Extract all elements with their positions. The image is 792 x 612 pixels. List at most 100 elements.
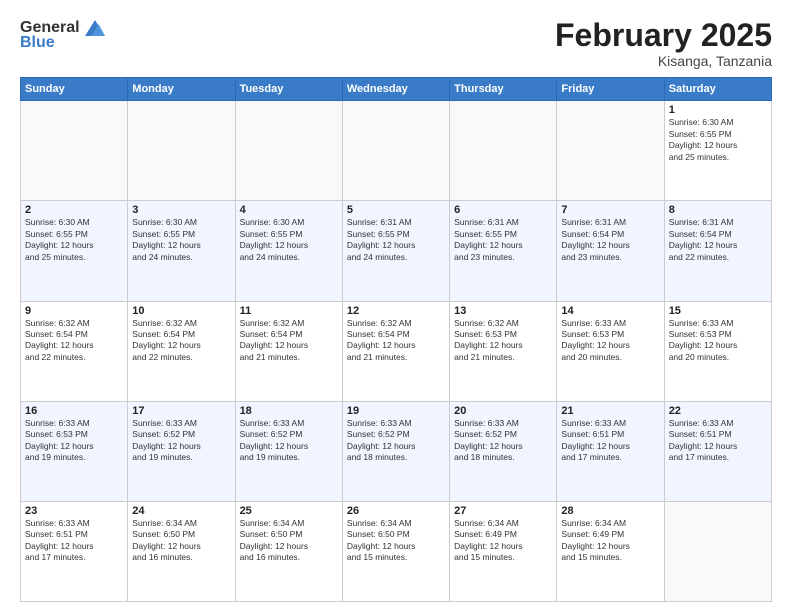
calendar-cell: 23Sunrise: 6:33 AM Sunset: 6:51 PM Dayli…	[21, 501, 128, 601]
day-info: Sunrise: 6:33 AM Sunset: 6:52 PM Dayligh…	[347, 418, 445, 464]
day-info: Sunrise: 6:31 AM Sunset: 6:55 PM Dayligh…	[454, 217, 552, 263]
day-info: Sunrise: 6:34 AM Sunset: 6:49 PM Dayligh…	[454, 518, 552, 564]
calendar-cell: 25Sunrise: 6:34 AM Sunset: 6:50 PM Dayli…	[235, 501, 342, 601]
calendar-cell: 13Sunrise: 6:32 AM Sunset: 6:53 PM Dayli…	[450, 301, 557, 401]
calendar-cell: 10Sunrise: 6:32 AM Sunset: 6:54 PM Dayli…	[128, 301, 235, 401]
calendar-week-row: 2Sunrise: 6:30 AM Sunset: 6:55 PM Daylig…	[21, 201, 772, 301]
calendar-cell: 7Sunrise: 6:31 AM Sunset: 6:54 PM Daylig…	[557, 201, 664, 301]
day-info: Sunrise: 6:31 AM Sunset: 6:55 PM Dayligh…	[347, 217, 445, 263]
calendar-cell: 15Sunrise: 6:33 AM Sunset: 6:53 PM Dayli…	[664, 301, 771, 401]
day-number: 16	[25, 405, 123, 417]
day-info: Sunrise: 6:33 AM Sunset: 6:51 PM Dayligh…	[669, 418, 767, 464]
calendar-cell: 16Sunrise: 6:33 AM Sunset: 6:53 PM Dayli…	[21, 401, 128, 501]
day-number: 11	[240, 305, 338, 317]
day-info: Sunrise: 6:34 AM Sunset: 6:50 PM Dayligh…	[240, 518, 338, 564]
day-number: 12	[347, 305, 445, 317]
day-number: 15	[669, 305, 767, 317]
day-number: 18	[240, 405, 338, 417]
day-number: 3	[132, 204, 230, 216]
day-number: 26	[347, 505, 445, 517]
day-info: Sunrise: 6:33 AM Sunset: 6:53 PM Dayligh…	[25, 418, 123, 464]
day-number: 9	[25, 305, 123, 317]
day-info: Sunrise: 6:34 AM Sunset: 6:49 PM Dayligh…	[561, 518, 659, 564]
day-number: 2	[25, 204, 123, 216]
logo: General Blue	[20, 18, 106, 52]
day-number: 27	[454, 505, 552, 517]
day-number: 14	[561, 305, 659, 317]
calendar-cell: 11Sunrise: 6:32 AM Sunset: 6:54 PM Dayli…	[235, 301, 342, 401]
calendar-cell: 21Sunrise: 6:33 AM Sunset: 6:51 PM Dayli…	[557, 401, 664, 501]
calendar-cell	[450, 101, 557, 201]
day-number: 20	[454, 405, 552, 417]
col-header-saturday: Saturday	[664, 78, 771, 101]
calendar-cell: 19Sunrise: 6:33 AM Sunset: 6:52 PM Dayli…	[342, 401, 449, 501]
day-number: 21	[561, 405, 659, 417]
calendar-cell	[21, 101, 128, 201]
day-info: Sunrise: 6:31 AM Sunset: 6:54 PM Dayligh…	[669, 217, 767, 263]
day-number: 5	[347, 204, 445, 216]
calendar-cell: 2Sunrise: 6:30 AM Sunset: 6:55 PM Daylig…	[21, 201, 128, 301]
day-info: Sunrise: 6:33 AM Sunset: 6:51 PM Dayligh…	[561, 418, 659, 464]
calendar-cell: 6Sunrise: 6:31 AM Sunset: 6:55 PM Daylig…	[450, 201, 557, 301]
day-info: Sunrise: 6:34 AM Sunset: 6:50 PM Dayligh…	[347, 518, 445, 564]
day-info: Sunrise: 6:31 AM Sunset: 6:54 PM Dayligh…	[561, 217, 659, 263]
calendar-cell: 20Sunrise: 6:33 AM Sunset: 6:52 PM Dayli…	[450, 401, 557, 501]
calendar-cell: 3Sunrise: 6:30 AM Sunset: 6:55 PM Daylig…	[128, 201, 235, 301]
day-info: Sunrise: 6:30 AM Sunset: 6:55 PM Dayligh…	[240, 217, 338, 263]
day-info: Sunrise: 6:33 AM Sunset: 6:52 PM Dayligh…	[240, 418, 338, 464]
calendar-cell	[664, 501, 771, 601]
col-header-tuesday: Tuesday	[235, 78, 342, 101]
day-info: Sunrise: 6:32 AM Sunset: 6:54 PM Dayligh…	[347, 318, 445, 364]
logo-blue: Blue	[20, 34, 55, 52]
day-number: 25	[240, 505, 338, 517]
location: Kisanga, Tanzania	[555, 53, 772, 69]
col-header-monday: Monday	[128, 78, 235, 101]
day-info: Sunrise: 6:33 AM Sunset: 6:52 PM Dayligh…	[132, 418, 230, 464]
calendar-cell: 5Sunrise: 6:31 AM Sunset: 6:55 PM Daylig…	[342, 201, 449, 301]
day-number: 7	[561, 204, 659, 216]
calendar-cell: 4Sunrise: 6:30 AM Sunset: 6:55 PM Daylig…	[235, 201, 342, 301]
day-info: Sunrise: 6:30 AM Sunset: 6:55 PM Dayligh…	[25, 217, 123, 263]
calendar-cell: 14Sunrise: 6:33 AM Sunset: 6:53 PM Dayli…	[557, 301, 664, 401]
calendar-cell: 1Sunrise: 6:30 AM Sunset: 6:55 PM Daylig…	[664, 101, 771, 201]
month-title: February 2025	[555, 18, 772, 53]
calendar-cell: 28Sunrise: 6:34 AM Sunset: 6:49 PM Dayli…	[557, 501, 664, 601]
calendar-cell: 8Sunrise: 6:31 AM Sunset: 6:54 PM Daylig…	[664, 201, 771, 301]
calendar-cell: 22Sunrise: 6:33 AM Sunset: 6:51 PM Dayli…	[664, 401, 771, 501]
calendar-cell: 27Sunrise: 6:34 AM Sunset: 6:49 PM Dayli…	[450, 501, 557, 601]
calendar-header-row: SundayMondayTuesdayWednesdayThursdayFrid…	[21, 78, 772, 101]
col-header-wednesday: Wednesday	[342, 78, 449, 101]
day-info: Sunrise: 6:34 AM Sunset: 6:50 PM Dayligh…	[132, 518, 230, 564]
col-header-sunday: Sunday	[21, 78, 128, 101]
day-number: 8	[669, 204, 767, 216]
calendar-cell: 12Sunrise: 6:32 AM Sunset: 6:54 PM Dayli…	[342, 301, 449, 401]
col-header-friday: Friday	[557, 78, 664, 101]
calendar-cell	[342, 101, 449, 201]
logo-block: General Blue	[20, 18, 106, 52]
day-info: Sunrise: 6:33 AM Sunset: 6:53 PM Dayligh…	[669, 318, 767, 364]
page: General Blue February 2025 Kisanga, Tanz…	[0, 0, 792, 612]
logo-icon	[81, 18, 105, 38]
calendar-cell: 18Sunrise: 6:33 AM Sunset: 6:52 PM Dayli…	[235, 401, 342, 501]
calendar-week-row: 9 Sunrise: 6:32 AM Sunset: 6:54 PM Daylig…	[21, 301, 772, 401]
day-info: Sunrise: 6:32 AM Sunset: 6:53 PM Dayligh…	[454, 318, 552, 364]
calendar-cell: 9Sunrise: 6:32 AM Sunset: 6:54 PM Daylig…	[21, 301, 128, 401]
header: General Blue February 2025 Kisanga, Tanz…	[20, 18, 772, 69]
calendar-cell	[235, 101, 342, 201]
day-number: 24	[132, 505, 230, 517]
day-number: 17	[132, 405, 230, 417]
day-info: Sunrise: 6:30 AM Sunset: 6:55 PM Dayligh…	[669, 117, 767, 163]
col-header-thursday: Thursday	[450, 78, 557, 101]
day-info: Sunrise: 6:32 AM Sunset: 6:54 PM Dayligh…	[132, 318, 230, 364]
calendar-cell	[128, 101, 235, 201]
day-number: 10	[132, 305, 230, 317]
calendar-cell: 17Sunrise: 6:33 AM Sunset: 6:52 PM Dayli…	[128, 401, 235, 501]
day-number: 6	[454, 204, 552, 216]
calendar-week-row: 23Sunrise: 6:33 AM Sunset: 6:51 PM Dayli…	[21, 501, 772, 601]
calendar-cell: 26Sunrise: 6:34 AM Sunset: 6:50 PM Dayli…	[342, 501, 449, 601]
day-number: 28	[561, 505, 659, 517]
day-number: 23	[25, 505, 123, 517]
calendar-table: SundayMondayTuesdayWednesdayThursdayFrid…	[20, 77, 772, 602]
day-info: Sunrise: 6:33 AM Sunset: 6:53 PM Dayligh…	[561, 318, 659, 364]
calendar-cell: 24Sunrise: 6:34 AM Sunset: 6:50 PM Dayli…	[128, 501, 235, 601]
